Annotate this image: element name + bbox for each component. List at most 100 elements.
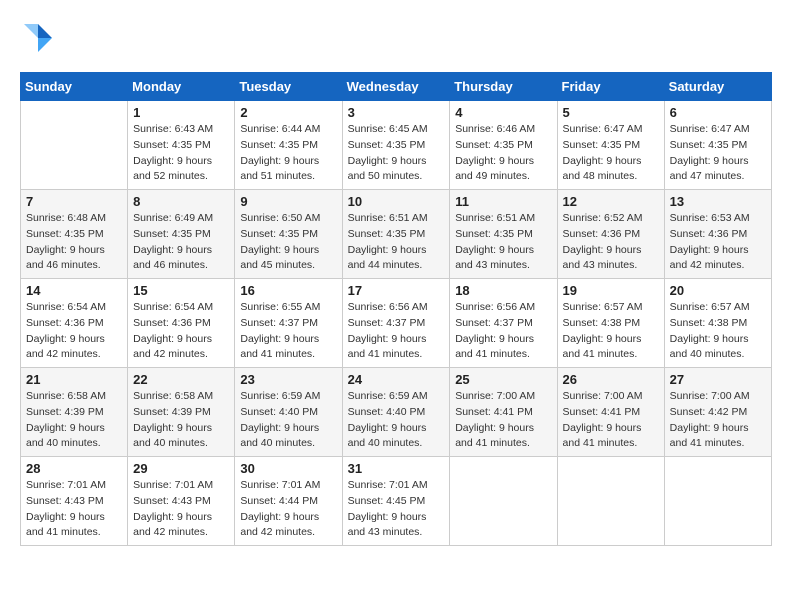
day-info: Sunrise: 6:54 AMSunset: 4:36 PMDaylight:… <box>133 300 229 363</box>
day-number: 14 <box>26 283 122 298</box>
day-number: 10 <box>348 194 445 209</box>
day-info: Sunrise: 6:56 AMSunset: 4:37 PMDaylight:… <box>455 300 551 363</box>
day-number: 27 <box>670 372 766 387</box>
day-info: Sunrise: 7:01 AMSunset: 4:44 PMDaylight:… <box>240 478 336 541</box>
day-info: Sunrise: 6:47 AMSunset: 4:35 PMDaylight:… <box>563 122 659 185</box>
day-number: 30 <box>240 461 336 476</box>
calendar-cell: 4 Sunrise: 6:46 AMSunset: 4:35 PMDaylight… <box>450 101 557 190</box>
day-info: Sunrise: 6:43 AMSunset: 4:35 PMDaylight:… <box>133 122 229 185</box>
calendar-cell: 17 Sunrise: 6:56 AMSunset: 4:37 PMDayligh… <box>342 279 450 368</box>
day-of-week-header: Saturday <box>664 73 771 101</box>
calendar-cell: 14Sunrise: 6:54 AMSunset: 4:36 PMDayligh… <box>21 279 128 368</box>
calendar-cell <box>21 101 128 190</box>
calendar-cell: 27 Sunrise: 7:00 AMSunset: 4:42 PMDayligh… <box>664 368 771 457</box>
calendar-cell: 31Sunrise: 7:01 AMSunset: 4:45 PMDayligh… <box>342 457 450 546</box>
day-of-week-header: Wednesday <box>342 73 450 101</box>
calendar-cell: 23 Sunrise: 6:59 AMSunset: 4:40 PMDayligh… <box>235 368 342 457</box>
day-info: Sunrise: 6:44 AMSunset: 4:35 PMDaylight:… <box>240 122 336 185</box>
calendar-cell: 29 Sunrise: 7:01 AMSunset: 4:43 PMDayligh… <box>128 457 235 546</box>
day-info: Sunrise: 6:55 AMSunset: 4:37 PMDaylight:… <box>240 300 336 363</box>
calendar-cell: 25 Sunrise: 7:00 AMSunset: 4:41 PMDayligh… <box>450 368 557 457</box>
day-number: 5 <box>563 105 659 120</box>
day-info: Sunrise: 6:59 AMSunset: 4:40 PMDaylight:… <box>240 389 336 452</box>
day-number: 3 <box>348 105 445 120</box>
day-info: Sunrise: 6:46 AMSunset: 4:35 PMDaylight:… <box>455 122 551 185</box>
calendar-cell: 7 Sunrise: 6:48 AMSunset: 4:35 PMDaylight… <box>21 190 128 279</box>
day-info: Sunrise: 6:56 AMSunset: 4:37 PMDaylight:… <box>348 300 445 363</box>
calendar-week-row: 28 Sunrise: 7:01 AMSunset: 4:43 PMDayligh… <box>21 457 772 546</box>
logo-icon <box>20 20 56 56</box>
calendar-cell: 2Sunrise: 6:44 AMSunset: 4:35 PMDaylight… <box>235 101 342 190</box>
calendar-cell: 9 Sunrise: 6:50 AMSunset: 4:35 PMDaylight… <box>235 190 342 279</box>
day-info: Sunrise: 6:53 AMSunset: 4:36 PMDaylight:… <box>670 211 766 274</box>
day-info: Sunrise: 6:59 AMSunset: 4:40 PMDaylight:… <box>348 389 445 452</box>
day-info: Sunrise: 6:57 AMSunset: 4:38 PMDaylight:… <box>670 300 766 363</box>
day-number: 20 <box>670 283 766 298</box>
calendar-cell: 15Sunrise: 6:54 AMSunset: 4:36 PMDayligh… <box>128 279 235 368</box>
day-info: Sunrise: 6:47 AMSunset: 4:35 PMDaylight:… <box>670 122 766 185</box>
calendar-cell <box>557 457 664 546</box>
calendar-cell: 21 Sunrise: 6:58 AMSunset: 4:39 PMDayligh… <box>21 368 128 457</box>
calendar-cell <box>664 457 771 546</box>
calendar-cell: 24 Sunrise: 6:59 AMSunset: 4:40 PMDayligh… <box>342 368 450 457</box>
day-number: 18 <box>455 283 551 298</box>
day-info: Sunrise: 6:45 AMSunset: 4:35 PMDaylight:… <box>348 122 445 185</box>
day-of-week-header: Monday <box>128 73 235 101</box>
day-number: 26 <box>563 372 659 387</box>
day-number: 23 <box>240 372 336 387</box>
day-number: 31 <box>348 461 445 476</box>
day-number: 29 <box>133 461 229 476</box>
logo <box>20 20 62 56</box>
calendar-cell: 20 Sunrise: 6:57 AMSunset: 4:38 PMDayligh… <box>664 279 771 368</box>
calendar-week-row: 14 Sunrise: 6:54 AMSunset: 4:36 PMDayligh… <box>21 279 772 368</box>
calendar-cell: 18 Sunrise: 6:56 AMSunset: 4:37 PMDayligh… <box>450 279 557 368</box>
day-number: 17 <box>348 283 445 298</box>
day-number: 6 <box>670 105 766 120</box>
day-info: Sunrise: 6:52 AMSunset: 4:36 PMDaylight:… <box>563 211 659 274</box>
day-of-week-header: Sunday <box>21 73 128 101</box>
day-number: 9 <box>240 194 336 209</box>
calendar-header-row: SundayMondayTuesdayWednesdayThursdayFrid… <box>21 73 772 101</box>
day-number: 16 <box>240 283 336 298</box>
calendar-cell: 8Sunrise: 6:49 AMSunset: 4:35 PMDaylight… <box>128 190 235 279</box>
day-number: 4 <box>455 105 551 120</box>
day-number: 19 <box>563 283 659 298</box>
day-info: Sunrise: 7:00 AMSunset: 4:42 PMDaylight:… <box>670 389 766 452</box>
day-number: 7 <box>26 194 122 209</box>
calendar-cell: 16 Sunrise: 6:55 AMSunset: 4:37 PMDayligh… <box>235 279 342 368</box>
calendar-week-row: 1 Sunrise: 6:43 AMSunset: 4:35 PMDaylight… <box>21 101 772 190</box>
calendar-cell: 1 Sunrise: 6:43 AMSunset: 4:35 PMDaylight… <box>128 101 235 190</box>
day-number: 1 <box>133 105 229 120</box>
calendar-cell: 19 Sunrise: 6:57 AMSunset: 4:38 PMDayligh… <box>557 279 664 368</box>
day-info: Sunrise: 6:58 AMSunset: 4:39 PMDaylight:… <box>133 389 229 452</box>
day-info: Sunrise: 6:48 AMSunset: 4:35 PMDaylight:… <box>26 211 122 274</box>
calendar-cell: 22Sunrise: 6:58 AMSunset: 4:39 PMDayligh… <box>128 368 235 457</box>
calendar-cell: 12 Sunrise: 6:52 AMSunset: 4:36 PMDayligh… <box>557 190 664 279</box>
calendar-cell: 3 Sunrise: 6:45 AMSunset: 4:35 PMDaylight… <box>342 101 450 190</box>
day-number: 12 <box>563 194 659 209</box>
calendar-cell: 6 Sunrise: 6:47 AMSunset: 4:35 PMDaylight… <box>664 101 771 190</box>
day-info: Sunrise: 6:51 AMSunset: 4:35 PMDaylight:… <box>348 211 445 274</box>
calendar-cell: 30 Sunrise: 7:01 AMSunset: 4:44 PMDayligh… <box>235 457 342 546</box>
day-info: Sunrise: 7:00 AMSunset: 4:41 PMDaylight:… <box>455 389 551 452</box>
day-number: 24 <box>348 372 445 387</box>
day-info: Sunrise: 6:51 AMSunset: 4:35 PMDaylight:… <box>455 211 551 274</box>
calendar-cell: 10 Sunrise: 6:51 AMSunset: 4:35 PMDayligh… <box>342 190 450 279</box>
day-of-week-header: Friday <box>557 73 664 101</box>
page-header <box>20 20 772 56</box>
day-info: Sunrise: 7:01 AMSunset: 4:43 PMDaylight:… <box>133 478 229 541</box>
calendar-week-row: 21 Sunrise: 6:58 AMSunset: 4:39 PMDayligh… <box>21 368 772 457</box>
calendar-cell: 5 Sunrise: 6:47 AMSunset: 4:35 PMDaylight… <box>557 101 664 190</box>
calendar-cell: 28Sunrise: 7:01 AMSunset: 4:43 PMDayligh… <box>21 457 128 546</box>
day-number: 28 <box>26 461 122 476</box>
day-number: 8 <box>133 194 229 209</box>
day-of-week-header: Thursday <box>450 73 557 101</box>
day-number: 13 <box>670 194 766 209</box>
day-number: 21 <box>26 372 122 387</box>
day-info: Sunrise: 6:58 AMSunset: 4:39 PMDaylight:… <box>26 389 122 452</box>
day-number: 25 <box>455 372 551 387</box>
calendar-cell: 26Sunrise: 7:00 AMSunset: 4:41 PMDayligh… <box>557 368 664 457</box>
day-info: Sunrise: 6:50 AMSunset: 4:35 PMDaylight:… <box>240 211 336 274</box>
calendar: SundayMondayTuesdayWednesdayThursdayFrid… <box>20 72 772 546</box>
day-info: Sunrise: 6:57 AMSunset: 4:38 PMDaylight:… <box>563 300 659 363</box>
